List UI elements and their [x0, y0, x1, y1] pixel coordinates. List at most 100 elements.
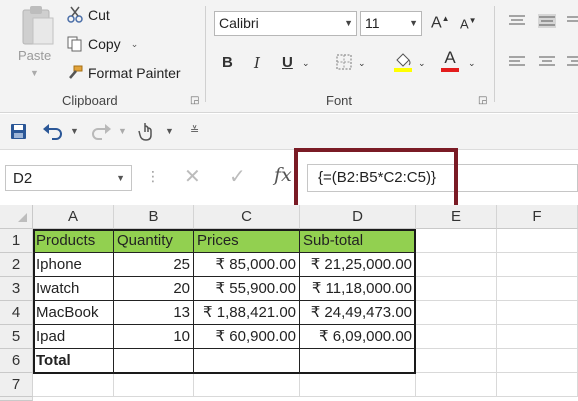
- font-name-select[interactable]: Calibri ▼: [214, 11, 357, 36]
- chevron-down-icon[interactable]: ⌄: [302, 58, 310, 69]
- cell-f1[interactable]: [497, 229, 578, 253]
- column-header-c[interactable]: C: [194, 205, 300, 229]
- format-painter-button[interactable]: Format Painter: [66, 62, 181, 84]
- cell-f6[interactable]: [497, 349, 578, 373]
- dialog-launcher-icon[interactable]: ◲: [190, 95, 199, 106]
- chevron-down-icon[interactable]: ⌄: [468, 58, 476, 69]
- cell-c2[interactable]: ₹ 85,000.00: [194, 253, 300, 277]
- select-all-corner[interactable]: [0, 205, 33, 229]
- row-header-7[interactable]: 7: [0, 373, 33, 397]
- bottom-align-icon[interactable]: [566, 14, 578, 28]
- copy-button[interactable]: Copy ⌄: [66, 33, 138, 55]
- row-header-6[interactable]: 6: [0, 349, 33, 373]
- cell-a6[interactable]: Total: [33, 349, 114, 373]
- chevron-down-icon[interactable]: ⌄: [418, 58, 426, 69]
- row-header-8[interactable]: [0, 397, 33, 401]
- cell-a1[interactable]: Products: [33, 229, 114, 253]
- shrink-font-icon[interactable]: A▼: [460, 16, 477, 31]
- cell-a4[interactable]: MacBook: [33, 301, 114, 325]
- customize-toolbar-icon[interactable]: ≚: [190, 124, 199, 137]
- undo-icon[interactable]: [42, 123, 64, 140]
- chevron-down-icon[interactable]: ▼: [70, 126, 79, 136]
- chevron-down-icon[interactable]: ⌄: [358, 58, 366, 69]
- cell-f3[interactable]: [497, 277, 578, 301]
- column-header-b[interactable]: B: [114, 205, 194, 229]
- row-header-3[interactable]: 3: [0, 277, 33, 301]
- redo-icon[interactable]: [90, 123, 112, 140]
- cell-f4[interactable]: [497, 301, 578, 325]
- clipboard-group-label: Clipboard: [62, 93, 118, 108]
- chevron-down-icon[interactable]: ▼: [165, 126, 174, 136]
- cancel-icon[interactable]: ✕: [184, 164, 201, 189]
- touch-mode-icon[interactable]: [137, 121, 155, 141]
- font-size-select[interactable]: 11 ▼: [360, 11, 422, 36]
- cell-c7[interactable]: [194, 373, 300, 397]
- cell-f5[interactable]: [497, 325, 578, 349]
- cell-b5[interactable]: 10: [114, 325, 194, 349]
- cell-a7[interactable]: [33, 373, 114, 397]
- borders-icon[interactable]: [335, 53, 353, 71]
- insert-function-icon[interactable]: fx: [274, 164, 292, 186]
- cell-d5[interactable]: ₹ 6,09,000.00: [300, 325, 416, 349]
- cell-c1[interactable]: Prices: [194, 229, 300, 253]
- cell-e1[interactable]: [416, 229, 497, 253]
- cell-a5[interactable]: Ipad: [33, 325, 114, 349]
- cell-b4[interactable]: 13: [114, 301, 194, 325]
- cell-b6[interactable]: [114, 349, 194, 373]
- cell-a2[interactable]: Iphone: [33, 253, 114, 277]
- quick-access-toolbar: ▼ ▼ ▼ ≚: [0, 114, 578, 150]
- cell-b3[interactable]: 20: [114, 277, 194, 301]
- align-center-icon[interactable]: [538, 55, 556, 69]
- column-header-d[interactable]: D: [300, 205, 416, 229]
- chevron-down-icon[interactable]: ▼: [30, 68, 39, 78]
- italic-button[interactable]: I: [254, 54, 260, 72]
- cell-d4[interactable]: ₹ 24,49,473.00: [300, 301, 416, 325]
- grow-font-icon[interactable]: A▲: [431, 14, 450, 32]
- group-divider: [494, 6, 495, 102]
- row-header-5[interactable]: 5: [0, 325, 33, 349]
- cell-c6[interactable]: [194, 349, 300, 373]
- bold-button[interactable]: B: [222, 54, 233, 71]
- row-header-2[interactable]: 2: [0, 253, 33, 277]
- format-painter-label: Format Painter: [88, 65, 181, 81]
- cell-d2[interactable]: ₹ 21,25,000.00: [300, 253, 416, 277]
- enter-icon[interactable]: ✓: [229, 164, 246, 189]
- cell-b7[interactable]: [114, 373, 194, 397]
- underline-button[interactable]: U: [282, 54, 293, 71]
- cell-d1[interactable]: Sub-total: [300, 229, 416, 253]
- cell-d7[interactable]: [300, 373, 416, 397]
- cell-f2[interactable]: [497, 253, 578, 277]
- cell-f7[interactable]: [497, 373, 578, 397]
- align-right-icon[interactable]: [566, 55, 578, 69]
- column-header-f[interactable]: F: [497, 205, 578, 229]
- chevron-down-icon[interactable]: ▼: [118, 126, 127, 136]
- cell-e3[interactable]: [416, 277, 497, 301]
- save-icon[interactable]: [10, 123, 27, 140]
- cell-e2[interactable]: [416, 253, 497, 277]
- font-color-button[interactable]: A: [440, 48, 460, 72]
- column-header-e[interactable]: E: [416, 205, 497, 229]
- fill-color-icon[interactable]: [392, 50, 414, 74]
- cell-d3[interactable]: ₹ 11,18,000.00: [300, 277, 416, 301]
- column-header-a[interactable]: A: [33, 205, 114, 229]
- cell-b2[interactable]: 25: [114, 253, 194, 277]
- cell-c3[interactable]: ₹ 55,900.00: [194, 277, 300, 301]
- chevron-down-icon[interactable]: ⌄: [131, 39, 139, 50]
- name-box[interactable]: D2 ▼: [5, 165, 132, 191]
- cell-a3[interactable]: Iwatch: [33, 277, 114, 301]
- cell-e6[interactable]: [416, 349, 497, 373]
- cell-e7[interactable]: [416, 373, 497, 397]
- top-align-icon[interactable]: [508, 14, 526, 28]
- row-header-4[interactable]: 4: [0, 301, 33, 325]
- align-left-icon[interactable]: [508, 55, 526, 69]
- cell-e5[interactable]: [416, 325, 497, 349]
- row-header-1[interactable]: 1: [0, 229, 33, 253]
- dialog-launcher-icon[interactable]: ◲: [478, 95, 487, 106]
- cell-b1[interactable]: Quantity: [114, 229, 194, 253]
- cell-c4[interactable]: ₹ 1,88,421.00: [194, 301, 300, 325]
- cut-button[interactable]: Cut: [66, 4, 110, 26]
- middle-align-icon[interactable]: [538, 14, 556, 28]
- cell-d6[interactable]: [300, 349, 416, 373]
- cell-c5[interactable]: ₹ 60,900.00: [194, 325, 300, 349]
- cell-e4[interactable]: [416, 301, 497, 325]
